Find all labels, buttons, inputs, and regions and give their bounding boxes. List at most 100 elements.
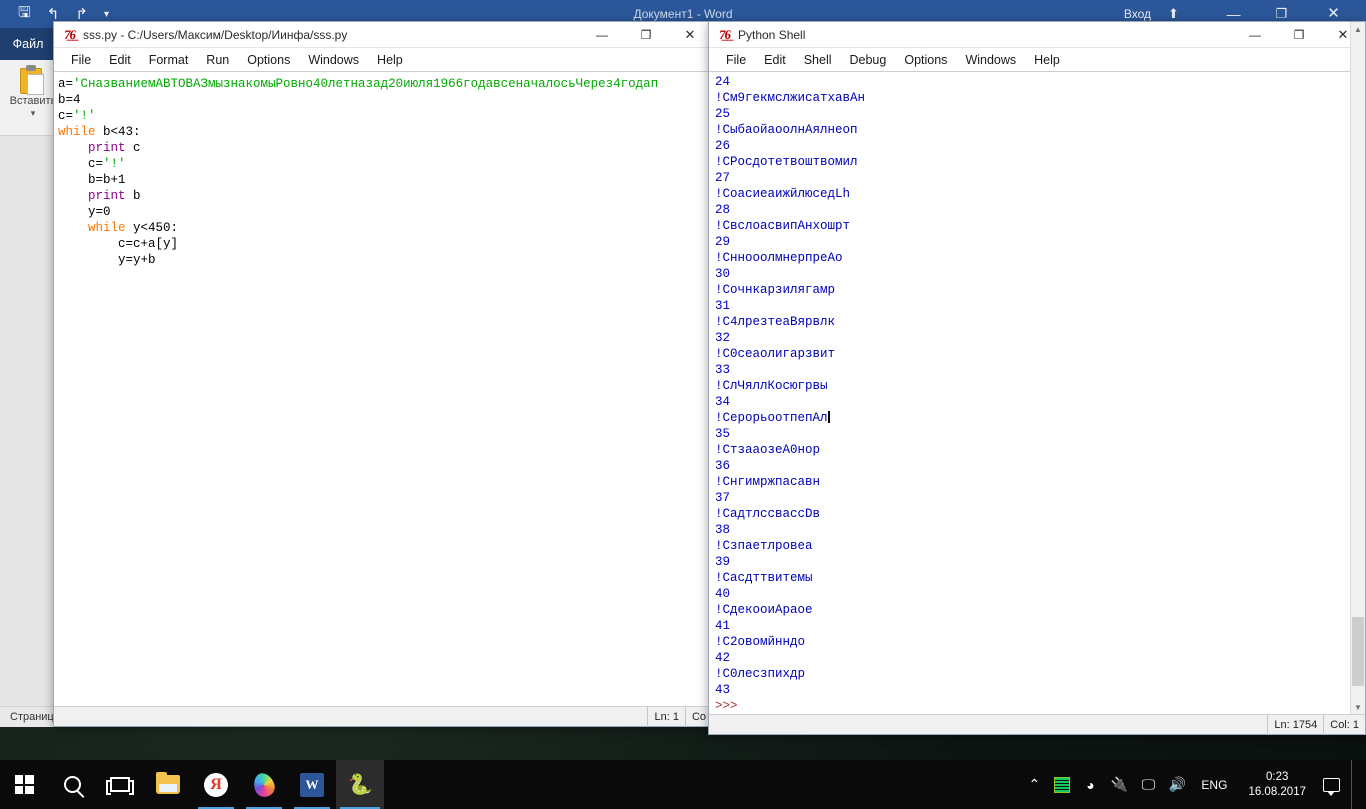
shell-output-line[interactable]: !Снгимржпасавн	[715, 474, 1365, 490]
editor-minimize-button[interactable]: —	[580, 22, 624, 48]
scroll-up-icon[interactable]: ▲	[1351, 22, 1365, 36]
shell-output-line[interactable]: !СннооолмнерпреАо	[715, 250, 1365, 266]
shell-output-line[interactable]: 31	[715, 298, 1365, 314]
shell-output-line[interactable]: !Сзпаетлровеа	[715, 538, 1365, 554]
editor-maximize-button[interactable]: ❐	[624, 22, 668, 48]
code-line[interactable]: print b	[58, 188, 712, 204]
equalizer-icon[interactable]	[1054, 776, 1071, 793]
idle-editor-window[interactable]: 7̲6̲ sss.py - C:/Users/Максим/Desktop/Ии…	[53, 21, 713, 727]
code-line[interactable]: y=y+b	[58, 252, 712, 268]
shell-window-buttons[interactable]: — ❐ ✕	[1233, 22, 1365, 48]
shell-output-line[interactable]: 43	[715, 682, 1365, 698]
code-line[interactable]: b=b+1	[58, 172, 712, 188]
clock[interactable]: 0:23 16.08.2017	[1242, 770, 1312, 800]
code-line[interactable]: while b<43:	[58, 124, 712, 140]
chevron-up-icon[interactable]: ⌃	[1025, 776, 1043, 793]
shell-output-line[interactable]: !СдекооиАраое	[715, 602, 1365, 618]
shell-prompt[interactable]: >>>	[715, 698, 1365, 711]
battery-icon[interactable]: 🔌	[1110, 776, 1128, 793]
code-line[interactable]: b=4	[58, 92, 712, 108]
volume-icon[interactable]: 🔊	[1168, 776, 1186, 793]
editor-menu-windows[interactable]: Windows	[299, 51, 368, 69]
steam-icon[interactable]: ◕	[1081, 777, 1099, 793]
shell-menu-edit[interactable]: Edit	[755, 51, 795, 69]
chevron-down-icon[interactable]: ▾	[31, 108, 36, 119]
search-button[interactable]	[48, 760, 96, 809]
shell-output-line[interactable]: 39	[715, 554, 1365, 570]
shell-output-line[interactable]: 35	[715, 426, 1365, 442]
shell-output-line[interactable]: 25	[715, 106, 1365, 122]
code-line[interactable]: while y<450:	[58, 220, 712, 236]
shell-output-line[interactable]: 24	[715, 74, 1365, 90]
paste-button[interactable]: Вставить ▾	[6, 63, 60, 135]
editor-source-code[interactable]: a='СназваниемАВТОВАЗмызнакомыРовно40летн…	[58, 76, 712, 268]
shell-scrollbar[interactable]: ▲ ▼	[1350, 22, 1365, 714]
shell-output-line[interactable]: 27	[715, 170, 1365, 186]
shell-output-line[interactable]: 29	[715, 234, 1365, 250]
show-desktop-button[interactable]	[1351, 760, 1358, 809]
shell-menubar[interactable]: File Edit Shell Debug Options Windows Help	[709, 48, 1365, 72]
editor-code-area[interactable]: a='СназваниемАВТОВАЗмызнакомыРовно40летн…	[54, 72, 712, 706]
shell-output-line[interactable]: 32	[715, 330, 1365, 346]
shell-output-line[interactable]: !СоасиеаижйлюседLh	[715, 186, 1365, 202]
system-tray[interactable]: ⌃ ◕ 🔌 🖵 🔊 ENG 0:23 16.08.2017	[1025, 760, 1366, 809]
shell-minimize-button[interactable]: —	[1233, 22, 1277, 48]
shell-output-line[interactable]: 40	[715, 586, 1365, 602]
shell-output-line[interactable]: !СлЧяллКосюгрвы	[715, 378, 1365, 394]
python-idle-taskbar-button[interactable]: 🐍	[336, 760, 384, 809]
shell-output-line[interactable]: 36	[715, 458, 1365, 474]
shell-menu-help[interactable]: Help	[1025, 51, 1069, 69]
shell-output-line[interactable]: 38	[715, 522, 1365, 538]
shell-output-area[interactable]: 24 !См9гекмслжисатхавАн 25 !СыбаойаоолнАялн…	[709, 72, 1365, 711]
network-icon[interactable]: 🖵	[1139, 776, 1157, 793]
shell-output-line[interactable]: 37	[715, 490, 1365, 506]
word-taskbar-button[interactable]: W	[288, 760, 336, 809]
shell-output-line[interactable]: !С2овомйнндо	[715, 634, 1365, 650]
shell-output-line[interactable]: 33	[715, 362, 1365, 378]
shell-output-line[interactable]: 34	[715, 394, 1365, 410]
word-file-tab[interactable]: Файл	[0, 28, 56, 60]
shell-menu-windows[interactable]: Windows	[956, 51, 1025, 69]
shell-output-line[interactable]: !СтзааозеА0нор	[715, 442, 1365, 458]
shell-menu-debug[interactable]: Debug	[841, 51, 896, 69]
shell-output-line[interactable]: !СерорьоотпепАл	[715, 410, 1365, 426]
notification-icon[interactable]	[1323, 777, 1340, 796]
shell-maximize-button[interactable]: ❐	[1277, 22, 1321, 48]
language-indicator[interactable]: ENG	[1197, 778, 1231, 792]
shell-output-line[interactable]: 28	[715, 202, 1365, 218]
editor-menu-edit[interactable]: Edit	[100, 51, 140, 69]
scrollbar-thumb[interactable]	[1352, 617, 1364, 687]
shell-menu-shell[interactable]: Shell	[795, 51, 841, 69]
editor-close-button[interactable]: ✕	[668, 22, 712, 48]
python-shell-window[interactable]: 7̲6̲ Python Shell — ❐ ✕ File Edit Shell Deb…	[708, 21, 1366, 735]
yandex-browser-button[interactable]: Я	[192, 760, 240, 809]
editor-menubar[interactable]: File Edit Format Run Options Windows Help	[54, 48, 712, 72]
shell-output-line[interactable]: 42	[715, 650, 1365, 666]
shell-output-line[interactable]: 26	[715, 138, 1365, 154]
taskbar[interactable]: Я W 🐍 ⌃ ◕ 🔌 🖵 🔊 ENG 0:23 16.08.2017	[0, 760, 1366, 809]
shell-output-line[interactable]: !С0сеаолигарзвит	[715, 346, 1365, 362]
shell-output-line[interactable]: !Сочнкарзилягамр	[715, 282, 1365, 298]
shell-output-line[interactable]: 30	[715, 266, 1365, 282]
code-line[interactable]: c='!'	[58, 108, 712, 124]
code-line[interactable]: a='СназваниемАВТОВАЗмызнакомыРовно40летн…	[58, 76, 712, 92]
shell-output-line[interactable]: !Сасдттвитемы	[715, 570, 1365, 586]
code-line[interactable]: y=0	[58, 204, 712, 220]
editor-menu-file[interactable]: File	[62, 51, 100, 69]
editor-window-buttons[interactable]: — ❐ ✕	[580, 22, 712, 48]
start-button[interactable]	[0, 760, 48, 809]
file-explorer-button[interactable]	[144, 760, 192, 809]
code-line[interactable]: c=c+a[y]	[58, 236, 712, 252]
task-view-button[interactable]	[96, 760, 144, 809]
shell-menu-file[interactable]: File	[717, 51, 755, 69]
code-line[interactable]: c='!'	[58, 156, 712, 172]
code-line[interactable]: print c	[58, 140, 712, 156]
editor-menu-run[interactable]: Run	[197, 51, 238, 69]
scroll-down-icon[interactable]: ▼	[1351, 700, 1365, 714]
shell-output-line[interactable]: 41	[715, 618, 1365, 634]
shell-output-text[interactable]: 24 !См9гекмслжисатхавАн 25 !СыбаойаоолнАялн…	[715, 74, 1365, 711]
paint3d-button[interactable]	[240, 760, 288, 809]
editor-menu-help[interactable]: Help	[368, 51, 412, 69]
shell-output-line[interactable]: !См9гекмслжисатхавАн	[715, 90, 1365, 106]
shell-menu-options[interactable]: Options	[895, 51, 956, 69]
